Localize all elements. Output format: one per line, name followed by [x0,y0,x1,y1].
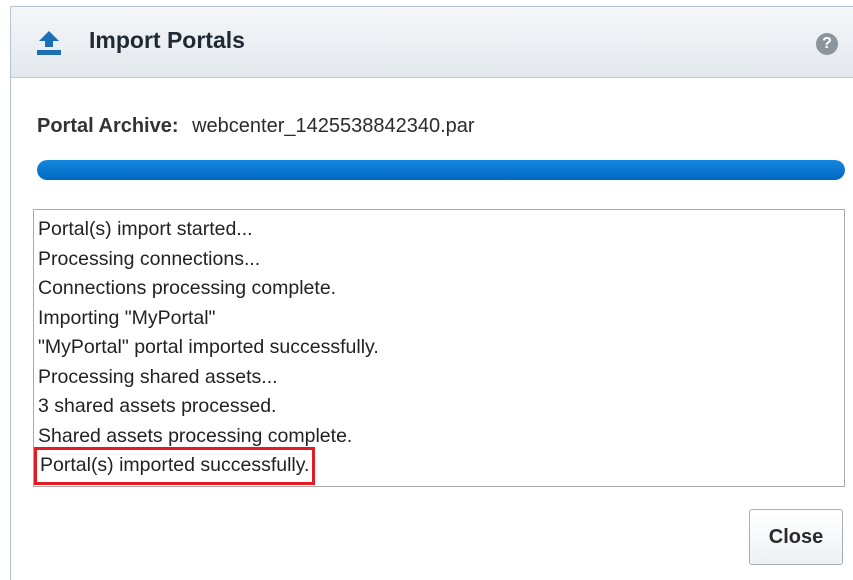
log-line-text: Portal(s) import started... [38,218,253,240]
portal-archive-row: Portal Archive: webcenter_1425538842340.… [37,115,475,138]
log-line-text: 3 shared assets processed. [38,395,277,417]
log-line: 3 shared assets processed. [38,392,844,422]
log-line-text: Portal(s) imported successfully. [34,447,316,485]
log-line: Connections processing complete. [38,274,844,304]
dialog-title: Import Portals [89,27,245,53]
log-line-text: Connections processing complete. [38,277,337,299]
close-button[interactable]: Close [749,509,843,565]
log-line: "MyPortal" portal imported successfully. [38,333,844,363]
import-progress-bar [37,160,845,180]
import-portals-dialog: Import Portals ? Portal Archive: webcent… [10,6,853,580]
log-line: Shared assets processing complete. [38,422,844,452]
import-log-box[interactable]: Portal(s) import started... Processing co… [33,209,845,487]
log-line-text: Processing connections... [38,247,261,270]
log-line-text: Importing "MyPortal" [38,306,216,329]
import-log-list: Portal(s) import started... Processing co… [34,210,844,485]
log-line-text: Shared assets processing complete. [38,424,353,447]
log-line-text: Processing shared assets... [38,365,278,388]
portal-archive-value: webcenter_1425538842340.par [192,115,475,137]
log-line: Processing connections... [38,245,844,275]
log-line-text: "MyPortal" portal imported successfully. [38,336,379,358]
log-line: Portal(s) import started... [38,215,844,245]
help-icon[interactable]: ? [816,33,838,55]
portal-archive-label: Portal Archive: [37,115,179,137]
log-line-highlighted: Portal(s) imported successfully. [34,447,844,485]
progress-fill [37,160,845,180]
log-line: Importing "MyPortal" [38,304,844,334]
dialog-header: Import Portals ? [11,7,853,78]
upload-icon [35,30,63,56]
log-line: Processing shared assets... [38,363,844,393]
